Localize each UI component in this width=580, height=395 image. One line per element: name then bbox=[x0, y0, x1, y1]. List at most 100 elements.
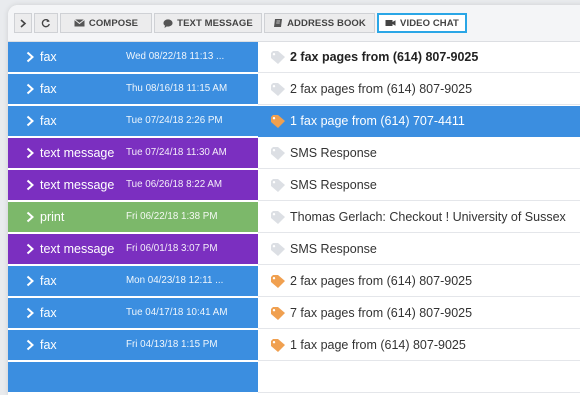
message-type: fax bbox=[40, 82, 57, 96]
message-subject: 1 fax page from (614) 807-9025 bbox=[290, 338, 466, 352]
video-camera-icon bbox=[385, 20, 396, 26]
message-date: Wed 08/22/18 11:13 ... bbox=[126, 51, 225, 62]
message-type-cell[interactable]: text message Tue 07/24/18 11:30 AM bbox=[8, 138, 258, 168]
message-date: Fri 06/01/18 3:07 PM bbox=[126, 243, 218, 254]
chevron-right-icon[interactable] bbox=[24, 243, 36, 255]
chevron-right-icon[interactable] bbox=[24, 147, 36, 159]
tag-icon[interactable] bbox=[270, 274, 286, 288]
chevron-right-icon[interactable] bbox=[24, 275, 36, 287]
chevron-right-icon[interactable] bbox=[24, 83, 36, 95]
chevron-right-icon[interactable] bbox=[24, 307, 36, 319]
message-date: Tue 07/24/18 2:26 PM bbox=[126, 115, 223, 126]
message-subject: SMS Response bbox=[290, 178, 377, 192]
chevron-right-icon[interactable] bbox=[24, 115, 36, 127]
text-message-label: TEXT MESSAGE bbox=[177, 17, 253, 29]
message-subject-cell[interactable]: 7 fax pages from (614) 807-9025 bbox=[258, 298, 580, 329]
message-type: print bbox=[40, 210, 65, 224]
message-subject: 2 fax pages from (614) 807-9025 bbox=[290, 82, 473, 96]
message-row[interactable]: fax Tue 04/17/18 10:41 AM 7 fax pages from… bbox=[8, 297, 580, 329]
message-subject-cell[interactable]: 1 fax page from (614) 707-4411 bbox=[258, 106, 580, 137]
message-subject-cell[interactable]: SMS Response bbox=[258, 138, 580, 169]
message-row[interactable]: fax Fri 04/13/18 1:15 PM 1 fax page from (… bbox=[8, 329, 580, 361]
messages-window: COMPOSE TEXT MESSAGE ADDRESS BOOK VIDEO … bbox=[8, 5, 580, 395]
message-row[interactable]: fax Thu 08/16/18 11:15 AM 2 fax pages from… bbox=[8, 73, 580, 105]
expand-button[interactable] bbox=[14, 13, 32, 33]
refresh-icon bbox=[41, 19, 50, 28]
message-subject: 1 fax page from (614) 707-4411 bbox=[290, 114, 465, 128]
message-subject: SMS Response bbox=[290, 242, 377, 256]
video-chat-label: VIDEO CHAT bbox=[400, 17, 459, 29]
text-message-button[interactable]: TEXT MESSAGE bbox=[154, 13, 262, 33]
compose-label: COMPOSE bbox=[88, 17, 139, 29]
chevron-right-icon[interactable] bbox=[24, 339, 36, 351]
video-chat-button[interactable]: VIDEO CHAT bbox=[377, 13, 467, 33]
message-subject: 2 fax pages from (614) 807-9025 bbox=[290, 50, 479, 64]
tag-icon[interactable] bbox=[270, 114, 286, 128]
message-subject-cell[interactable]: Thomas Gerlach: Checkout ! University of… bbox=[258, 202, 580, 233]
message-row[interactable]: fax Mon 04/23/18 12:11 ... 2 fax pages fro… bbox=[8, 265, 580, 297]
message-type-cell[interactable]: text message Tue 06/26/18 8:22 AM bbox=[8, 170, 258, 200]
message-date: Fri 04/13/18 1:15 PM bbox=[126, 339, 218, 350]
message-type: fax bbox=[40, 274, 57, 288]
message-subject-cell[interactable]: 2 fax pages from (614) 807-9025 bbox=[258, 42, 580, 73]
tag-icon[interactable] bbox=[270, 50, 286, 64]
toolbar: COMPOSE TEXT MESSAGE ADDRESS BOOK VIDEO … bbox=[8, 5, 580, 42]
message-type-cell[interactable]: fax Fri 04/13/18 1:15 PM bbox=[8, 330, 258, 360]
tag-icon[interactable] bbox=[270, 82, 286, 96]
message-subject-cell[interactable]: SMS Response bbox=[258, 170, 580, 201]
envelope-icon bbox=[74, 19, 85, 27]
message-type: fax bbox=[40, 306, 57, 320]
refresh-button[interactable] bbox=[34, 13, 58, 33]
message-subject: 7 fax pages from (614) 807-9025 bbox=[290, 306, 473, 320]
tag-icon[interactable] bbox=[270, 178, 286, 192]
message-row-partial[interactable] bbox=[8, 361, 580, 393]
address-book-label: ADDRESS BOOK bbox=[287, 17, 366, 29]
message-subject-cell[interactable]: 2 fax pages from (614) 807-9025 bbox=[258, 266, 580, 297]
message-subject: SMS Response bbox=[290, 146, 377, 160]
message-type-cell[interactable]: fax Tue 04/17/18 10:41 AM bbox=[8, 298, 258, 328]
message-row[interactable]: text message Tue 07/24/18 11:30 AM SMS Res… bbox=[8, 137, 580, 169]
message-subject-cell[interactable] bbox=[258, 362, 580, 393]
message-subject-cell[interactable]: SMS Response bbox=[258, 234, 580, 265]
message-type-cell[interactable]: fax Tue 07/24/18 2:26 PM bbox=[8, 106, 258, 136]
message-type-cell[interactable]: fax Thu 08/16/18 11:15 AM bbox=[8, 74, 258, 104]
message-subject-cell[interactable]: 1 fax page from (614) 807-9025 bbox=[258, 330, 580, 361]
message-type-cell[interactable]: print Fri 06/22/18 1:38 PM bbox=[8, 202, 258, 232]
chevron-right-icon[interactable] bbox=[24, 211, 36, 223]
message-type: text message bbox=[40, 178, 115, 192]
message-row[interactable]: text message Tue 06/26/18 8:22 AM SMS Resp… bbox=[8, 169, 580, 201]
tag-icon[interactable] bbox=[270, 146, 286, 160]
message-type-cell[interactable]: fax Mon 04/23/18 12:11 ... bbox=[8, 266, 258, 296]
message-type: fax bbox=[40, 338, 57, 352]
message-row[interactable]: text message Fri 06/01/18 3:07 PM SMS Resp… bbox=[8, 233, 580, 265]
message-type-cell[interactable] bbox=[8, 362, 258, 392]
message-type-cell[interactable]: fax Wed 08/22/18 11:13 ... bbox=[8, 42, 258, 72]
message-date: Tue 07/24/18 11:30 AM bbox=[126, 147, 227, 158]
tag-icon[interactable] bbox=[270, 242, 286, 256]
message-type: fax bbox=[40, 50, 57, 64]
message-row[interactable]: fax Tue 07/24/18 2:26 PM 1 fax page from (… bbox=[8, 105, 580, 137]
tag-icon[interactable] bbox=[270, 338, 286, 352]
message-subject: 2 fax pages from (614) 807-9025 bbox=[290, 274, 473, 288]
message-type-cell[interactable]: text message Fri 06/01/18 3:07 PM bbox=[8, 234, 258, 264]
message-type: fax bbox=[40, 114, 57, 128]
chevron-right-icon bbox=[20, 18, 27, 28]
tag-icon[interactable] bbox=[270, 306, 286, 320]
message-date: Thu 08/16/18 11:15 AM bbox=[126, 83, 228, 94]
address-book-button[interactable]: ADDRESS BOOK bbox=[264, 13, 375, 33]
compose-button[interactable]: COMPOSE bbox=[60, 13, 152, 33]
message-subject-cell[interactable]: 2 fax pages from (614) 807-9025 bbox=[258, 74, 580, 105]
message-row[interactable]: fax Wed 08/22/18 11:13 ... 2 fax pages fro… bbox=[8, 41, 580, 73]
message-type: text message bbox=[40, 242, 115, 256]
speech-bubble-icon bbox=[163, 18, 173, 28]
message-subject: Thomas Gerlach: Checkout ! University of… bbox=[290, 210, 566, 224]
tag-icon[interactable] bbox=[270, 210, 286, 224]
message-type: text message bbox=[40, 146, 115, 160]
message-row[interactable]: print Fri 06/22/18 1:38 PM Thomas Gerlach:… bbox=[8, 201, 580, 233]
message-date: Tue 06/26/18 8:22 AM bbox=[126, 179, 223, 190]
chevron-right-icon[interactable] bbox=[24, 179, 36, 191]
chevron-right-icon[interactable] bbox=[24, 51, 36, 63]
book-icon bbox=[274, 19, 283, 27]
message-date: Fri 06/22/18 1:38 PM bbox=[126, 211, 218, 222]
message-date: Mon 04/23/18 12:11 ... bbox=[126, 275, 224, 286]
